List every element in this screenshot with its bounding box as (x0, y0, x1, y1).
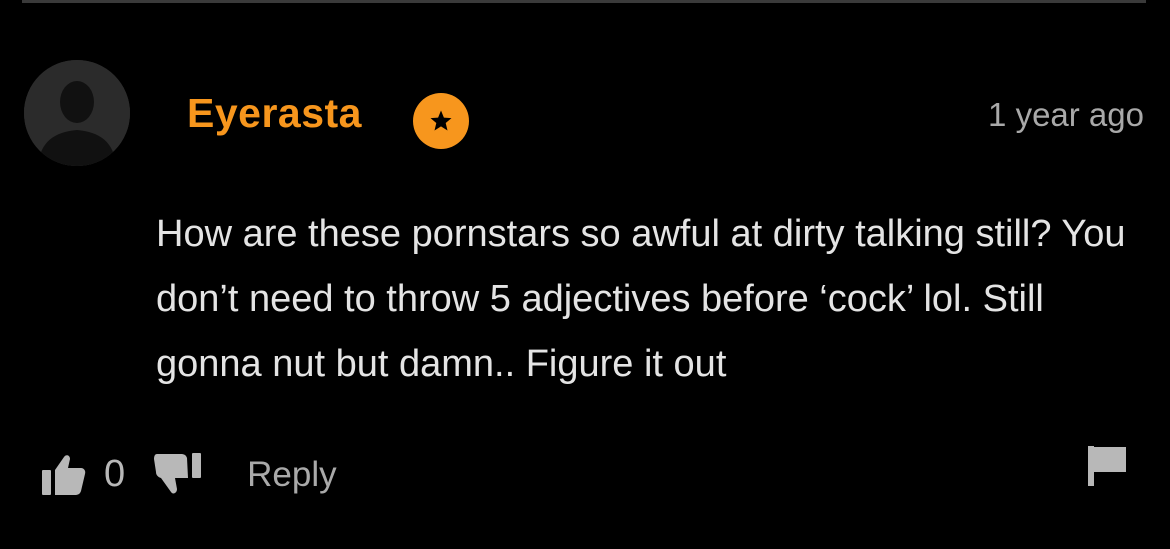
comment-body: How are these pornstars so awful at dirt… (156, 213, 1126, 385)
comment-actions: 0 Reply (40, 448, 337, 500)
like-button[interactable] (40, 451, 86, 497)
comment-author[interactable]: Eyerasta (187, 93, 362, 134)
avatar[interactable] (24, 60, 130, 166)
dislike-button[interactable] (153, 451, 203, 497)
thumbs-up-icon (42, 455, 86, 495)
reply-button[interactable]: Reply (247, 457, 336, 492)
star-icon (430, 110, 452, 131)
flag-icon (1088, 446, 1126, 486)
user-silhouette-icon (24, 60, 130, 166)
verified-star-badge (413, 93, 469, 149)
thumbs-down-icon (154, 453, 202, 494)
report-button[interactable] (1086, 444, 1128, 493)
comment-timestamp: 1 year ago (988, 96, 1144, 133)
top-divider (22, 0, 1146, 3)
like-count: 0 (104, 453, 126, 495)
